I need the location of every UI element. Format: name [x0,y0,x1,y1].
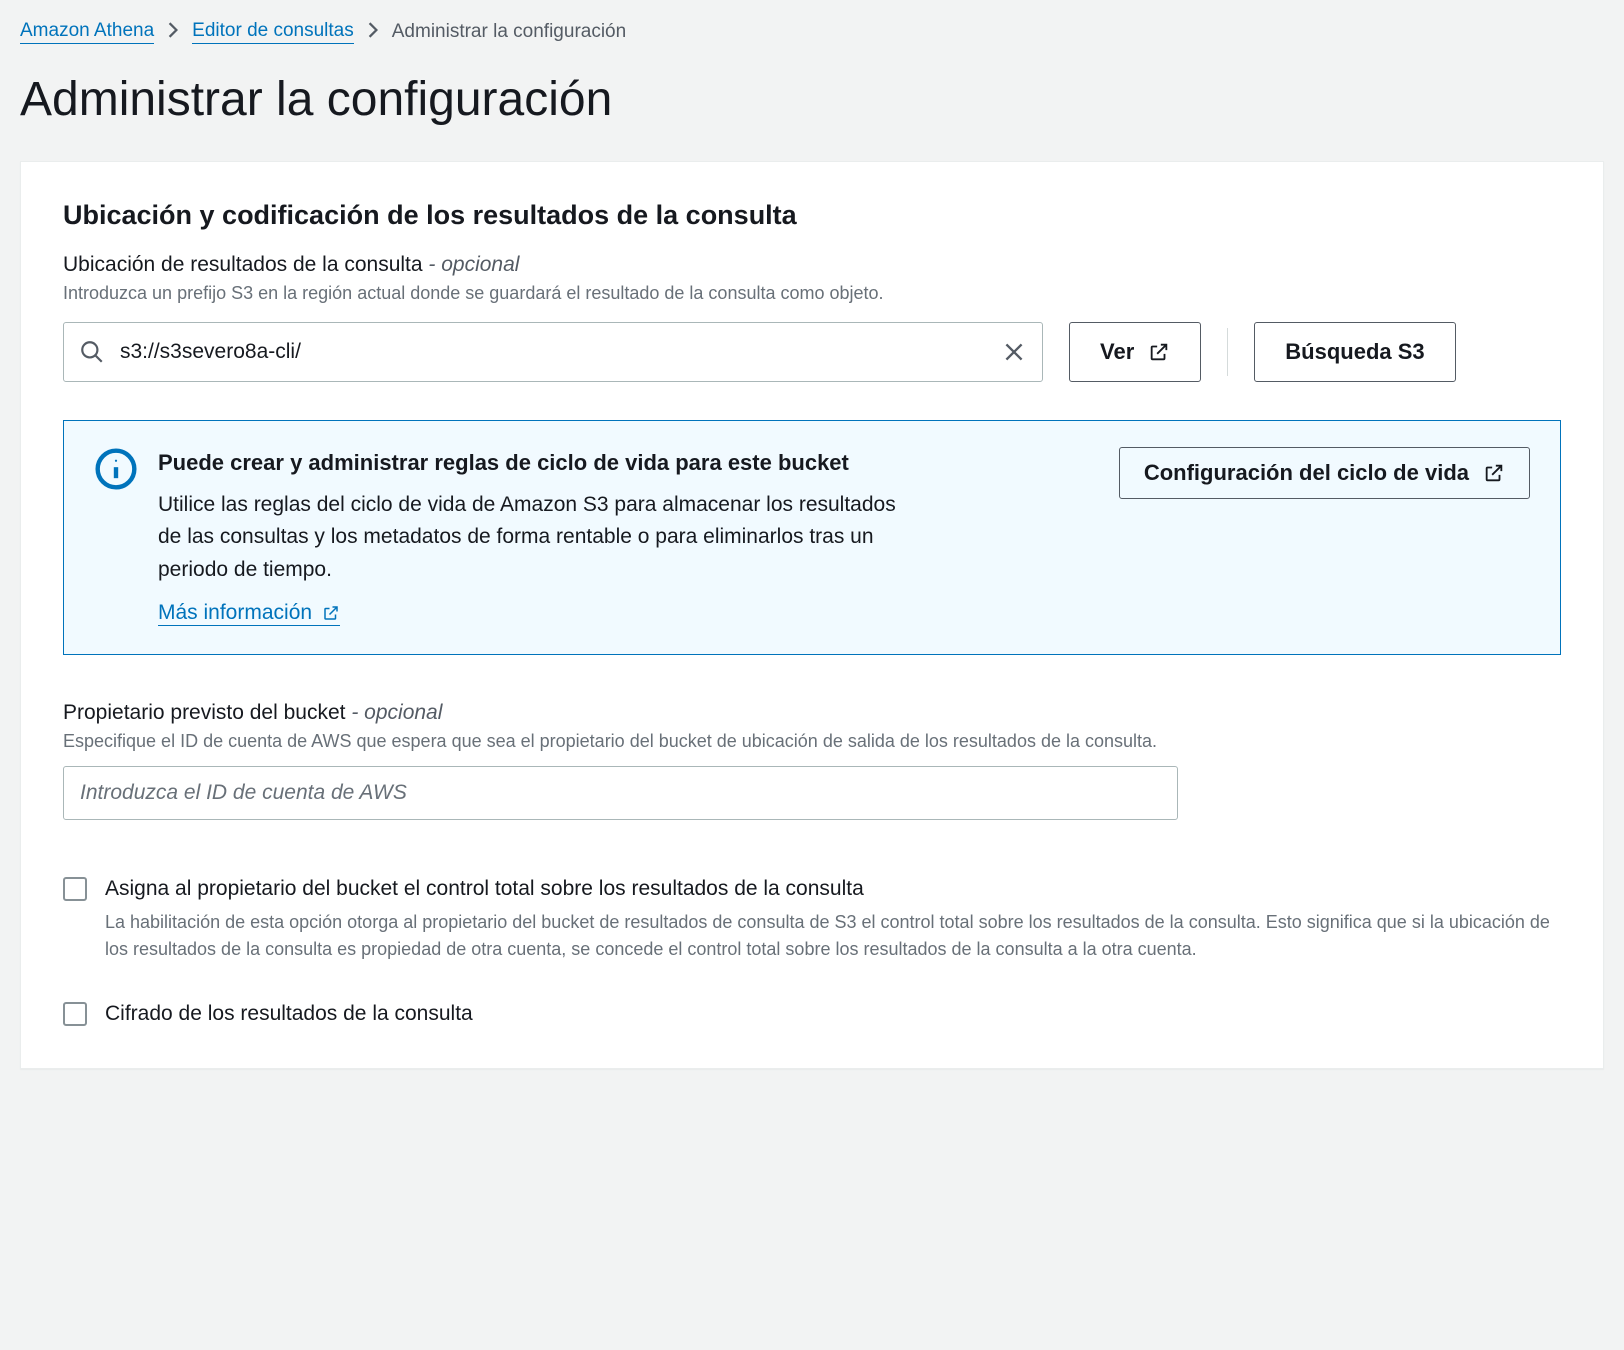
chevron-right-icon [168,22,178,43]
s3-input-wrap [63,322,1043,382]
lifecycle-alert: Puede crear y administrar reglas de cicl… [63,420,1561,655]
location-help: Introduzca un prefijo S3 en la región ac… [63,283,1561,304]
search-icon [79,339,105,365]
owner-label-text: Propietario previsto del bucket [63,701,346,724]
vertical-separator [1227,328,1228,376]
assign-owner-label: Asigna al propietario del bucket el cont… [105,874,1561,903]
lifecycle-config-button[interactable]: Configuración del ciclo de vida [1119,447,1530,499]
chevron-right-icon [368,22,378,43]
owner-label: Propietario previsto del bucket - opcion… [63,701,1561,725]
assign-owner-help: La habilitación de esta opción otorga al… [105,909,1561,963]
owner-help: Especifique el ID de cuenta de AWS que e… [63,731,1561,752]
clear-icon[interactable] [1001,339,1027,365]
encrypt-results-checkbox[interactable] [63,1002,87,1026]
alert-more-link[interactable]: Más información [158,601,340,626]
alert-more-link-label: Más información [158,601,312,625]
view-button[interactable]: Ver [1069,322,1201,382]
owner-optional: - opcional [351,701,442,724]
external-link-icon [1148,341,1170,363]
lifecycle-config-label: Configuración del ciclo de vida [1144,460,1469,486]
location-label: Ubicación de resultados de la consulta -… [63,253,1561,277]
encrypt-results-label: Cifrado de los resultados de la consulta [105,999,1561,1028]
info-icon [94,447,138,626]
location-label-text: Ubicación de resultados de la consulta [63,253,423,276]
search-s3-button[interactable]: Búsqueda S3 [1254,322,1455,382]
s3-location-input[interactable] [63,322,1043,382]
alert-title: Puede crear y administrar reglas de cicl… [158,447,1091,479]
assign-owner-block: Asigna al propietario del bucket el cont… [63,874,1561,963]
location-optional: - opcional [428,253,519,276]
breadcrumb-current: Administrar la configuración [392,21,626,43]
owner-account-input[interactable] [63,766,1178,820]
encrypt-results-block: Cifrado de los resultados de la consulta [63,999,1561,1028]
view-button-label: Ver [1100,339,1134,365]
search-s3-button-label: Búsqueda S3 [1285,339,1424,365]
external-link-icon [322,604,340,622]
location-input-row: Ver Búsqueda S3 [63,322,1561,382]
external-link-icon [1483,462,1505,484]
page-title: Administrar la configuración [20,72,1604,127]
alert-description: Utilice las reglas del ciclo de vida de … [158,489,918,587]
breadcrumb-link-editor[interactable]: Editor de consultas [192,20,354,44]
section-title: Ubicación y codificación de los resultad… [63,200,1561,231]
breadcrumb: Amazon Athena Editor de consultas Admini… [20,20,1604,44]
breadcrumb-link-athena[interactable]: Amazon Athena [20,20,154,44]
assign-owner-checkbox[interactable] [63,877,87,901]
settings-card: Ubicación y codificación de los resultad… [20,161,1604,1069]
